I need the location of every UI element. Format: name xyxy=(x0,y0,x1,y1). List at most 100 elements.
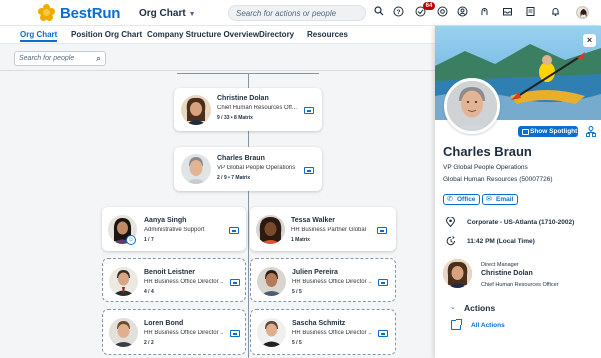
quickcard-icon[interactable] xyxy=(304,107,314,114)
person-photo xyxy=(181,154,211,184)
actions-heading[interactable]: Actions xyxy=(464,303,495,313)
documents-icon[interactable] xyxy=(523,6,537,20)
org-node-loren-bond[interactable]: Loren Bond HR Business Office Director .… xyxy=(102,309,246,355)
person-icon: ☺ xyxy=(126,235,136,245)
quickcard-icon[interactable] xyxy=(378,279,388,286)
chevron-down-icon[interactable]: ⌄ xyxy=(450,303,456,311)
clock-icon xyxy=(446,236,456,248)
search-icon[interactable] xyxy=(372,6,386,20)
node-reports-count: 9 / 33 • 8 Matrix xyxy=(217,115,253,121)
node-name: Christine Dolan xyxy=(217,95,269,102)
tab-position-org-chart[interactable]: Position Org Chart xyxy=(71,30,142,39)
connector-line xyxy=(248,131,249,147)
all-actions-link[interactable]: All Actions xyxy=(471,322,505,329)
svg-text:?: ? xyxy=(396,9,400,16)
person-photo xyxy=(257,318,286,347)
node-name: Julien Pereira xyxy=(292,269,338,276)
brand-logo[interactable]: BestRun xyxy=(38,4,120,22)
tab-org-chart[interactable]: Org Chart xyxy=(20,30,58,42)
assistant-icon[interactable] xyxy=(477,6,491,20)
tab-directory[interactable]: Directory xyxy=(259,30,294,39)
node-title: HR Business Office Director ... xyxy=(144,330,224,336)
profile-side-panel: × Show Spotlight Charles Braun VP Global… xyxy=(435,26,601,358)
node-reports-count: 2 / 9 • 7 Matrix xyxy=(217,175,251,181)
user-avatar[interactable] xyxy=(576,6,589,19)
org-chart-icon[interactable] xyxy=(586,126,596,137)
org-node-tessa-walker[interactable]: Tessa Walker HR Business Partner Global … xyxy=(250,207,396,251)
profile-photo xyxy=(444,78,500,134)
chevron-down-icon: ▼ xyxy=(188,11,196,18)
office-button[interactable]: ✆ Office xyxy=(443,194,481,205)
tab-company-structure-overview[interactable]: Company Structure Overview xyxy=(147,30,259,39)
people-icon[interactable] xyxy=(455,6,469,20)
quickcard-icon[interactable] xyxy=(304,167,314,174)
node-reports-count: 1 / 7 xyxy=(144,237,154,243)
node-reports-count: 1 Matrix xyxy=(291,237,310,243)
help-icon[interactable]: ? xyxy=(391,6,405,20)
node-title: VP Global People Operations xyxy=(217,165,296,171)
node-title: HR Business Office Director ... xyxy=(292,330,372,336)
search-icon[interactable]: ⌕ xyxy=(96,53,101,64)
node-name: Benoit Leistner xyxy=(144,269,195,276)
connector-line xyxy=(248,191,249,358)
brand-flower-icon xyxy=(38,4,56,22)
org-node-charles-braun[interactable]: Charles Braun VP Global People Operation… xyxy=(174,147,322,191)
quickcard-icon[interactable] xyxy=(378,330,388,337)
node-name: Loren Bond xyxy=(144,320,184,327)
node-reports-count: 4 / 4 xyxy=(144,289,154,295)
people-search-placeholder: Search for people xyxy=(19,55,75,62)
node-reports-count: 5 / 5 xyxy=(292,340,302,346)
person-photo xyxy=(256,215,285,244)
global-search-input[interactable]: Search for actions or people xyxy=(228,5,366,21)
quickcard-icon[interactable] xyxy=(230,279,240,286)
profile-name: Charles Braun xyxy=(443,144,532,159)
close-icon[interactable]: × xyxy=(583,34,596,47)
inbox-icon[interactable] xyxy=(500,6,514,20)
person-photo xyxy=(109,267,138,296)
node-name: Charles Braun xyxy=(217,155,265,162)
people-search-input[interactable]: Search for people ⌕ xyxy=(14,51,106,66)
node-title: Chief Human Resources Off... xyxy=(217,105,297,111)
profile-department: Global Human Resources (50007726) xyxy=(443,176,553,183)
manager-title: Chief Human Resources Officer xyxy=(481,282,559,288)
person-photo xyxy=(109,318,138,347)
copilot-icon[interactable] xyxy=(435,6,449,20)
tab-resources[interactable]: Resources xyxy=(307,30,348,39)
org-node-benoit-leistner[interactable]: Benoit Leistner HR Business Office Direc… xyxy=(102,258,246,302)
node-title: HR Business Office Director ... xyxy=(292,279,372,285)
node-title: Administrative Support xyxy=(144,227,205,233)
org-node-christine-dolan[interactable]: Christine Dolan Chief Human Resources Of… xyxy=(174,88,322,131)
toolbar-divider xyxy=(0,70,435,71)
manager-name[interactable]: Christine Dolan xyxy=(481,270,533,277)
brand-name: BestRun xyxy=(60,4,121,22)
shell-header: BestRun Org Chart ▼ Search for actions or… xyxy=(0,0,601,26)
person-photo xyxy=(181,95,211,125)
node-title: HR Business Office Director ... xyxy=(144,279,224,285)
mail-icon: ✉ xyxy=(486,196,492,203)
node-name: Tessa Walker xyxy=(291,217,335,224)
email-label: Email xyxy=(496,196,514,203)
phone-icon: ✆ xyxy=(447,196,453,203)
tab-bar: Org Chart Position Org Chart Company Str… xyxy=(0,26,435,44)
node-reports-count: 5 / 5 xyxy=(292,289,302,295)
profile-job-title: VP Global People Operations xyxy=(443,164,528,171)
bell-icon[interactable] xyxy=(548,6,562,20)
node-reports-count: 2 / 2 xyxy=(144,340,154,346)
org-node-sascha-schmitz[interactable]: Sascha Schmitz HR Business Office Direct… xyxy=(250,309,396,355)
org-chart-canvas[interactable]: Search for people ⌕ Christine Dolan Chie… xyxy=(0,44,435,358)
module-switcher[interactable]: Org Chart ▼ xyxy=(139,8,196,19)
node-name: Aanya Singh xyxy=(144,217,187,224)
node-name: Sascha Schmitz xyxy=(292,320,346,327)
node-title: HR Business Partner Global xyxy=(291,227,367,233)
quickcard-icon[interactable] xyxy=(229,227,239,234)
org-node-aanya-singh[interactable]: ☺ Aanya Singh Administrative Support 1 /… xyxy=(102,207,246,251)
quickcard-icon[interactable] xyxy=(230,330,240,337)
manager-photo[interactable] xyxy=(443,259,472,288)
quickcard-icon[interactable] xyxy=(377,227,387,234)
person-photo xyxy=(257,267,286,296)
email-button[interactable]: ✉ Email xyxy=(482,194,519,205)
direct-manager-label: Direct Manager xyxy=(481,262,519,268)
profile-local-time: 11:42 PM (Local Time) xyxy=(467,238,535,245)
show-spotlight-button[interactable]: Show Spotlight xyxy=(518,126,578,137)
org-node-julien-pereira[interactable]: Julien Pereira HR Business Office Direct… xyxy=(250,258,396,302)
